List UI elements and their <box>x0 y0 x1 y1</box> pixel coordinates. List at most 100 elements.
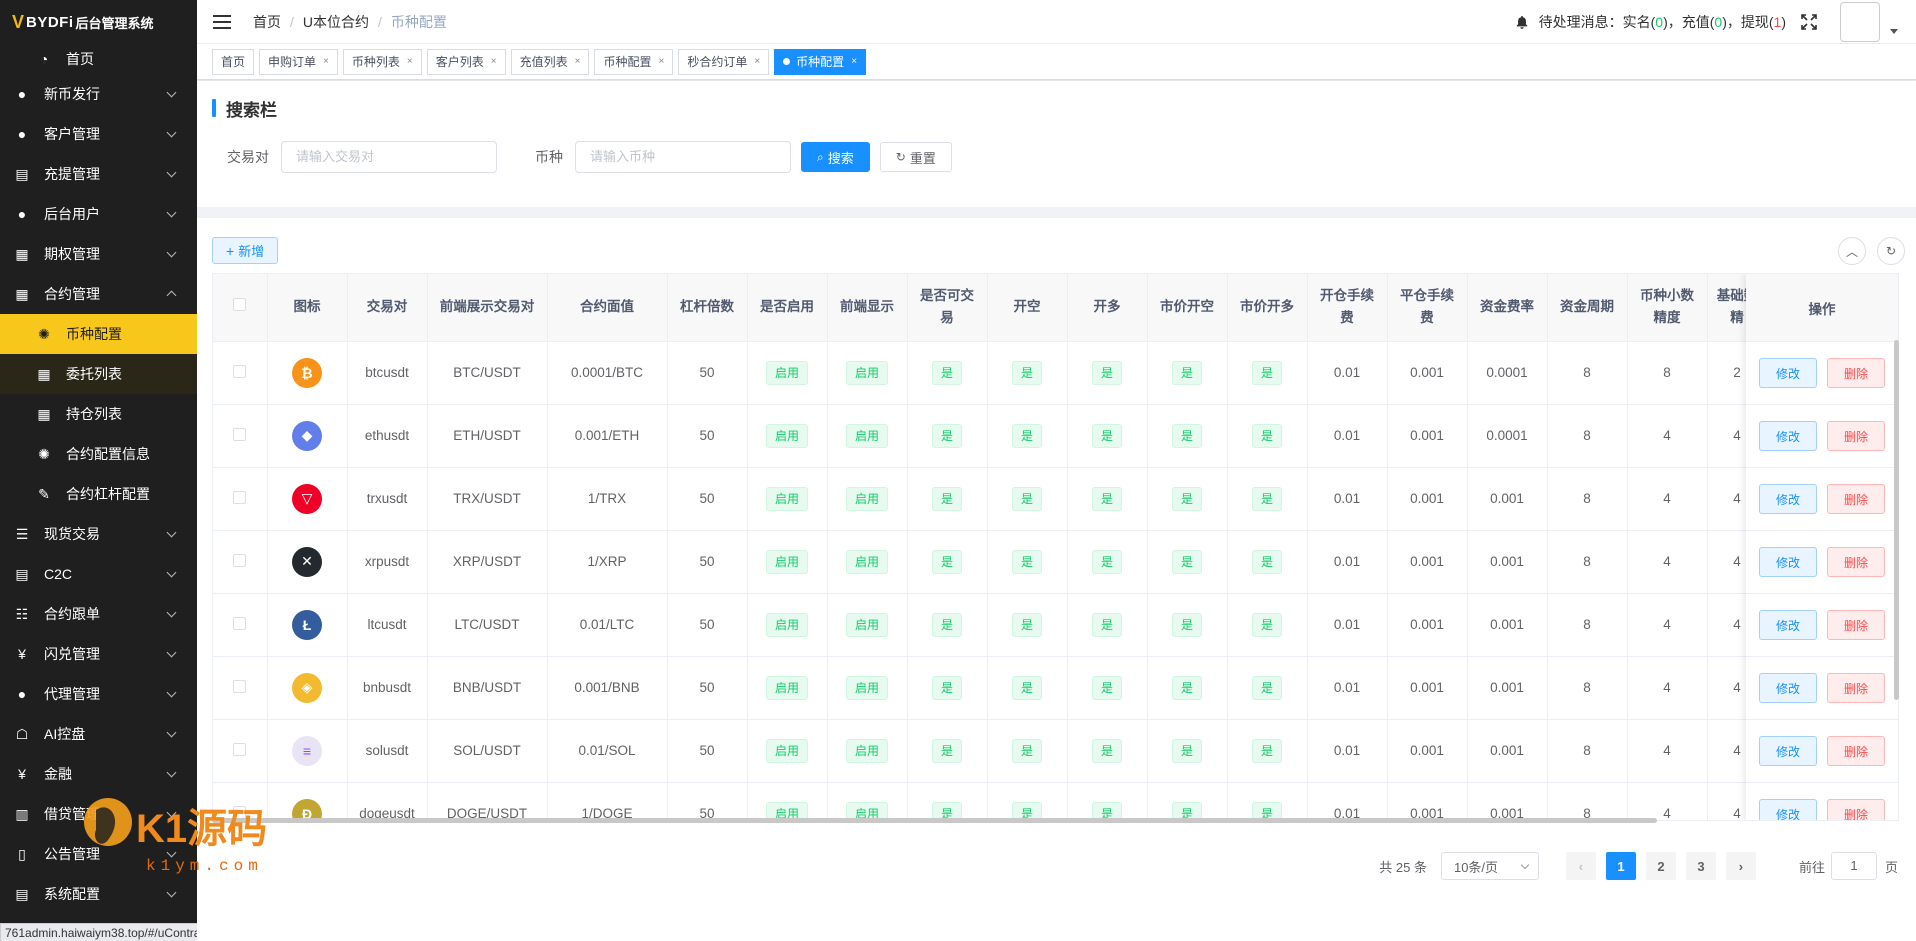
add-button[interactable]: + 新增 <box>212 237 279 264</box>
sidebar-item-21[interactable]: ▤ 系统配置 <box>0 874 197 914</box>
edit-button[interactable]: 修改 <box>1759 799 1817 820</box>
delete-button[interactable]: 删除 <box>1827 421 1885 451</box>
row-checkbox[interactable] <box>233 553 247 567</box>
edit-button[interactable]: 修改 <box>1759 484 1817 514</box>
delete-button[interactable]: 删除 <box>1827 736 1885 766</box>
edit-button[interactable]: 修改 <box>1759 547 1817 577</box>
refresh-table-button[interactable]: ↻ <box>1877 237 1905 265</box>
row-checkbox[interactable] <box>233 427 247 441</box>
tab-4[interactable]: 充值列表 × <box>510 48 590 75</box>
cell-display: BNB/USDT <box>427 656 548 720</box>
caret-down-icon[interactable] <box>1890 28 1898 34</box>
row-checkbox[interactable] <box>233 490 247 504</box>
row-checkbox[interactable] <box>233 616 247 630</box>
edit-button[interactable]: 修改 <box>1759 673 1817 703</box>
sidebar-item-1[interactable]: ● 新币发行 <box>0 74 197 114</box>
realname-count[interactable]: 0 <box>1655 14 1663 30</box>
sidebar-item-17[interactable]: ☖ AI控盘 <box>0 714 197 754</box>
op-row: 修改 删除 <box>1746 783 1898 820</box>
bell-icon[interactable] <box>1515 15 1529 29</box>
sidebar-item-0[interactable]: ◔ 首页 <box>0 44 197 74</box>
close-icon[interactable]: × <box>754 50 760 74</box>
sidebar-item-4[interactable]: ● 后台用户 <box>0 194 197 234</box>
pair-input[interactable]: 请输入交易对 <box>281 141 497 173</box>
page-button[interactable]: 2 <box>1645 852 1676 880</box>
row-checkbox[interactable] <box>233 679 247 693</box>
breadcrumb-u-contract[interactable]: U本位合约 <box>303 12 369 32</box>
logo[interactable]: V BYDFi 后台管理系统 <box>0 0 197 44</box>
close-icon[interactable]: × <box>491 50 497 74</box>
delete-button[interactable]: 删除 <box>1827 610 1885 640</box>
breadcrumb-home[interactable]: 首页 <box>253 12 281 32</box>
edit-button[interactable]: 修改 <box>1759 421 1817 451</box>
close-icon[interactable]: × <box>851 50 857 74</box>
tab-3[interactable]: 客户列表 × <box>426 48 506 75</box>
page-button[interactable]: 3 <box>1685 852 1716 880</box>
sidebar-item-2[interactable]: ● 客户管理 <box>0 114 197 154</box>
status-badge: 是 <box>1091 612 1122 637</box>
edit-button[interactable]: 修改 <box>1759 358 1817 388</box>
withdraw-count[interactable]: 1 <box>1774 14 1782 30</box>
row-checkbox[interactable] <box>233 742 247 756</box>
next-page-button[interactable]: › <box>1725 852 1756 880</box>
sidebar-item-9[interactable]: ▦ 持仓列表 <box>0 394 197 434</box>
delete-button[interactable]: 删除 <box>1827 358 1885 388</box>
cell-period: 8 <box>1547 656 1628 720</box>
sidebar-item-5[interactable]: ▦ 期权管理 <box>0 234 197 274</box>
sidebar-item-12[interactable]: ☰ 现货交易 <box>0 514 197 554</box>
prev-page-button[interactable]: ‹ <box>1565 852 1596 880</box>
reset-button[interactable]: ↻ 重置 <box>879 142 952 172</box>
tab-0[interactable]: 首页 <box>212 48 255 75</box>
sidebar-item-13[interactable]: ▤ C2C <box>0 554 197 594</box>
row-checkbox[interactable] <box>233 364 247 378</box>
horizontal-scrollbar[interactable] <box>212 818 1657 823</box>
close-icon[interactable]: × <box>575 50 581 74</box>
cell-leverage: 50 <box>667 719 748 783</box>
close-icon[interactable]: × <box>658 50 664 74</box>
column-header: 平仓手续费 <box>1387 274 1468 342</box>
tab-6[interactable]: 秒合约订单 × <box>678 48 770 75</box>
page-size-select[interactable]: 10条/页 <box>1440 852 1539 880</box>
goto-input[interactable]: 1 <box>1830 852 1877 880</box>
deposit-count[interactable]: 0 <box>1714 14 1722 30</box>
search-button[interactable]: ⌕ 搜索 <box>801 142 870 172</box>
cell-rate: 0.001 <box>1467 467 1548 531</box>
book-icon: ▥ <box>15 805 29 822</box>
hamburger-icon[interactable] <box>213 14 231 29</box>
vertical-scrollbar[interactable] <box>1894 340 1899 700</box>
sidebar-item-7[interactable]: ✺ 币种配置 <box>0 314 197 354</box>
sidebar-item-15[interactable]: ¥ 闪兑管理 <box>0 634 197 674</box>
close-icon[interactable]: × <box>323 50 329 74</box>
tab-5[interactable]: 币种配置 × <box>594 48 674 75</box>
sidebar-item-label: 代理管理 <box>44 686 100 702</box>
collapse-search-button[interactable]: ︿ <box>1838 237 1866 265</box>
close-icon[interactable]: × <box>407 50 413 74</box>
edit-button[interactable]: 修改 <box>1759 736 1817 766</box>
sidebar-item-3[interactable]: ▤ 充提管理 <box>0 154 197 194</box>
delete-button[interactable]: 删除 <box>1827 484 1885 514</box>
page-button[interactable]: 1 <box>1605 852 1636 880</box>
checkbox-cell <box>213 719 268 783</box>
sidebar-item-14[interactable]: ☷ 合约跟单 <box>0 594 197 634</box>
sidebar-item-6[interactable]: ▦ 合约管理 <box>0 274 197 314</box>
delete-button[interactable]: 删除 <box>1827 673 1885 703</box>
delete-button[interactable]: 删除 <box>1827 547 1885 577</box>
op-row: 修改 删除 <box>1746 342 1898 405</box>
status-badge: 启用 <box>845 423 888 448</box>
sidebar-item-10[interactable]: ✺ 合约配置信息 <box>0 434 197 474</box>
tab-2[interactable]: 币种列表 × <box>342 48 422 75</box>
sidebar-item-8[interactable]: ▦ 委托列表 <box>0 354 197 394</box>
sidebar-item-11[interactable]: ✎ 合约杠杆配置 <box>0 474 197 514</box>
cell-short: 是 <box>987 782 1068 820</box>
cell-long: 是 <box>1067 656 1148 720</box>
delete-button[interactable]: 删除 <box>1827 799 1885 820</box>
select-all-checkbox[interactable] <box>233 298 247 312</box>
avatar[interactable] <box>1840 2 1880 42</box>
fullscreen-icon[interactable] <box>1800 13 1818 31</box>
tab-1[interactable]: 申购订单 × <box>259 48 338 75</box>
sidebar-item-16[interactable]: ● 代理管理 <box>0 674 197 714</box>
edit-button[interactable]: 修改 <box>1759 610 1817 640</box>
coin-input[interactable]: 请输入币种 <box>575 141 791 173</box>
tab-7[interactable]: 币种配置 × <box>774 48 867 75</box>
plus-icon: + <box>226 242 235 259</box>
